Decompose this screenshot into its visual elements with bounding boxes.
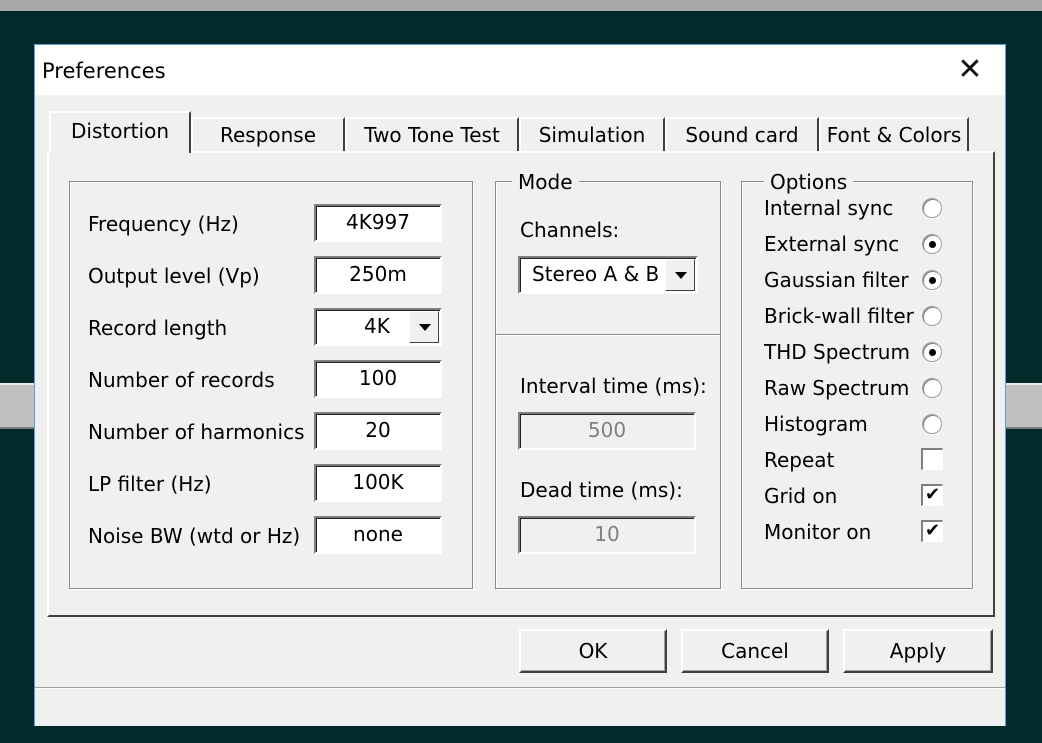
interval-time-label: Interval time (ms): xyxy=(520,374,707,398)
number-of-harmonics-field[interactable]: 20 xyxy=(314,412,442,450)
option-label: Monitor on xyxy=(764,520,872,544)
option-radio[interactable] xyxy=(922,306,942,326)
close-icon[interactable]: ✕ xyxy=(947,49,993,91)
cancel-button[interactable]: Cancel xyxy=(681,629,829,673)
options-legend: Options xyxy=(764,170,854,194)
option-label: Repeat xyxy=(764,448,835,472)
record-length-select[interactable]: 4K xyxy=(314,308,442,346)
number-of-harmonics-label: Number of harmonics xyxy=(88,420,305,444)
tab-font-colors[interactable]: Font & Colors xyxy=(819,117,969,151)
frequency-field[interactable]: 4K997 xyxy=(314,204,442,242)
option-label: Internal sync xyxy=(764,196,894,220)
radio-dot-icon xyxy=(929,349,936,356)
option-label: THD Spectrum xyxy=(764,340,910,364)
option-radio[interactable] xyxy=(922,270,942,290)
background-window-edge xyxy=(0,11,1042,14)
chevron-down-icon[interactable] xyxy=(409,311,439,343)
lp-filter-label: LP filter (Hz) xyxy=(88,472,212,496)
tab-response[interactable]: Response xyxy=(191,117,345,151)
distortion-tab-panel: Frequency (Hz) 4K997 Output level (Vp) 2… xyxy=(47,151,995,617)
radio-dot-icon xyxy=(929,241,936,248)
options-group: Options Internal sync External sync Gaussi… xyxy=(741,170,973,589)
channels-label: Channels: xyxy=(520,218,620,242)
record-length-value: 4K xyxy=(364,314,390,338)
number-of-records-label: Number of records xyxy=(88,368,275,392)
tab-two-tone-test[interactable]: Two Tone Test xyxy=(345,117,519,151)
preferences-dialog: Preferences ✕ Distortion Response Two To… xyxy=(34,44,1006,726)
option-radio[interactable] xyxy=(922,378,942,398)
dead-time-field[interactable]: 10 xyxy=(518,516,696,554)
record-length-label: Record length xyxy=(88,316,228,340)
option-checkbox[interactable] xyxy=(921,448,943,470)
option-checkbox[interactable]: ✔ xyxy=(921,484,943,506)
parameters-group: Frequency (Hz) 4K997 Output level (Vp) 2… xyxy=(69,181,473,589)
output-level-label: Output level (Vp) xyxy=(88,264,260,288)
mode-group: Mode Channels: Stereo A & B Interval tim… xyxy=(495,170,721,589)
status-bar xyxy=(35,687,1005,726)
mode-divider xyxy=(496,334,720,336)
dialog-title: Preferences xyxy=(42,59,166,83)
mode-legend: Mode xyxy=(512,170,579,194)
option-label: Histogram xyxy=(764,412,868,436)
channels-select[interactable]: Stereo A & B xyxy=(518,256,698,294)
lp-filter-field[interactable]: 100K xyxy=(314,464,442,502)
noise-bw-field[interactable]: none xyxy=(314,516,442,554)
option-label: Grid on xyxy=(764,484,838,508)
background-window-bar xyxy=(0,0,1042,11)
option-label: Brick-wall filter xyxy=(764,304,914,328)
radio-dot-icon xyxy=(929,277,936,284)
dead-time-label: Dead time (ms): xyxy=(520,478,683,502)
title-bar: Preferences ✕ xyxy=(35,45,1005,95)
chevron-down-icon[interactable] xyxy=(665,259,695,291)
option-radio[interactable] xyxy=(922,414,942,434)
background-panel-left xyxy=(0,383,34,429)
tab-sound-card[interactable]: Sound card xyxy=(665,117,819,151)
option-label: Gaussian filter xyxy=(764,268,909,292)
tab-simulation[interactable]: Simulation xyxy=(519,117,665,151)
ok-button[interactable]: OK xyxy=(519,629,667,673)
number-of-records-field[interactable]: 100 xyxy=(314,360,442,398)
tab-distortion[interactable]: Distortion xyxy=(49,111,191,153)
option-radio[interactable] xyxy=(922,198,942,218)
option-radio[interactable] xyxy=(922,234,942,254)
noise-bw-label: Noise BW (wtd or Hz) xyxy=(88,524,301,548)
interval-time-field[interactable]: 500 xyxy=(518,412,696,450)
output-level-field[interactable]: 250m xyxy=(314,256,442,294)
background-panel-right xyxy=(1006,383,1042,429)
option-label: Raw Spectrum xyxy=(764,376,910,400)
option-checkbox[interactable]: ✔ xyxy=(921,520,943,542)
option-label: External sync xyxy=(764,232,900,256)
option-radio[interactable] xyxy=(922,342,942,362)
apply-button[interactable]: Apply xyxy=(843,629,993,673)
channels-value: Stereo A & B xyxy=(532,262,660,286)
frequency-label: Frequency (Hz) xyxy=(88,212,239,236)
